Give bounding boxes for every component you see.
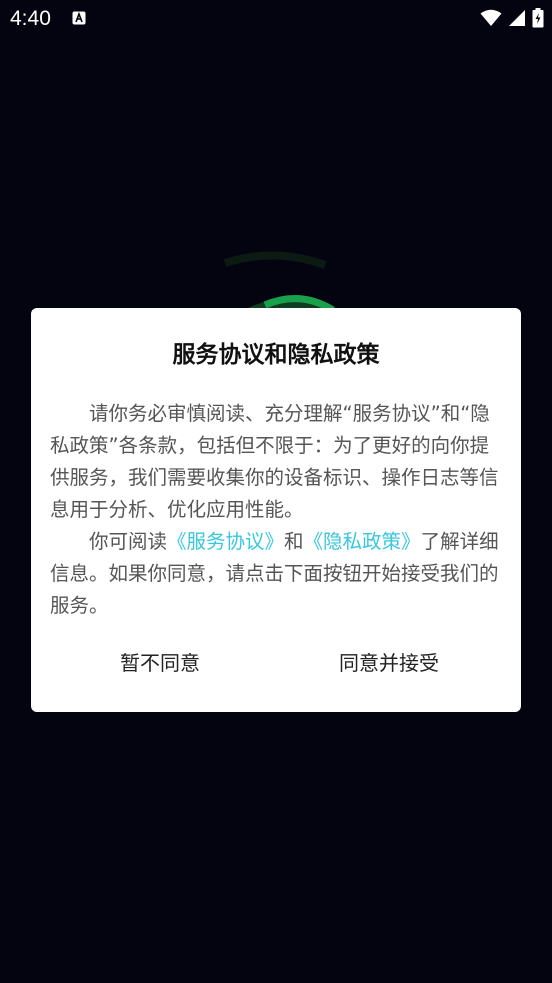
- status-icons: [480, 8, 544, 28]
- dialog-body: 请你务必审慎阅读、充分理解“服务协议”和“隐私政策”各条款，包括但不限于：为了更…: [50, 398, 503, 622]
- accept-button[interactable]: 同意并接受: [319, 643, 459, 683]
- dialog-title: 服务协议和隐私政策: [172, 342, 380, 368]
- dialog-paragraph-1: 请你务必审慎阅读、充分理解“服务协议”和“隐私政策”各条款，包括但不限于：为了更…: [50, 402, 499, 521]
- service-agreement-link[interactable]: 《服务协议》: [167, 530, 284, 553]
- para2-prefix: 你可阅读: [89, 530, 168, 553]
- decline-button[interactable]: 暂不同意: [95, 643, 225, 683]
- status-bar: 4:40: [0, 0, 552, 38]
- privacy-dialog: 服务协议和隐私政策 请你务必审慎阅读、充分理解“服务协议”和“隐私政策”各条款，…: [31, 308, 521, 712]
- battery-icon: [532, 8, 544, 28]
- notification-a-icon: [72, 11, 86, 25]
- privacy-policy-link[interactable]: 《隐私政策》: [304, 530, 421, 553]
- para2-and: 和: [284, 530, 304, 553]
- status-time: 4:40: [10, 7, 51, 30]
- dialog-paragraph-2: 你可阅读《服务协议》和《隐私政策》了解详细信息。如果你同意，请点击下面按钮开始接…: [50, 526, 503, 622]
- dialog-actions: 暂不同意 同意并接受: [31, 643, 521, 683]
- cell-signal-icon: [509, 10, 525, 26]
- wifi-icon: [480, 9, 502, 26]
